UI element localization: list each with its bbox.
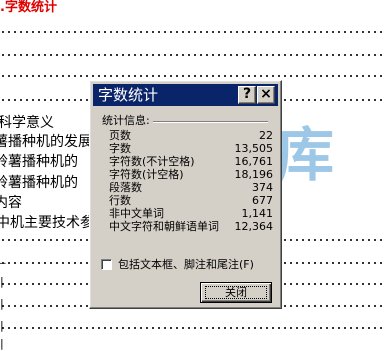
stat-label-non-chinese-words: 非中文单词	[109, 207, 164, 220]
group-divider	[145, 121, 268, 123]
document-heading: .字数统计	[0, 0, 57, 15]
margin-mark: |	[0, 275, 4, 288]
dialog-titlebar[interactable]: 字数统计 ? ×	[93, 84, 278, 106]
close-icon: ×	[260, 86, 272, 102]
stat-value-non-chinese-words: 1,141	[241, 207, 274, 220]
stat-row: 字符数(不计空格) 16,761	[109, 155, 273, 168]
stat-row: 字符数(计空格) 18,196	[109, 168, 273, 181]
stat-value-chars-no-spaces: 16,761	[234, 155, 274, 168]
margin-mark: |	[0, 297, 4, 310]
help-button[interactable]: ?	[238, 86, 256, 104]
dotted-leader	[0, 31, 385, 33]
stat-label-paragraphs: 段落数	[109, 181, 142, 194]
statistics-group-label: 统计信息:	[102, 114, 153, 127]
stat-value-pages: 22	[259, 129, 273, 142]
stat-label-chars-no-spaces: 字符数(不计空格)	[109, 155, 195, 168]
dotted-leader	[0, 75, 385, 77]
document-text-line: 铃薯播种机的	[0, 175, 78, 191]
dotted-leader	[0, 327, 385, 329]
stat-value-words: 13,505	[234, 142, 274, 155]
document-text-line: 科学意义	[0, 115, 54, 131]
stat-value-lines: 677	[252, 194, 273, 207]
stat-row: 字数 13,505	[109, 142, 273, 155]
stat-row: 页数 22	[109, 129, 273, 142]
dialog-title: 字数统计	[98, 86, 159, 104]
document-text-line: 铃薯播种机的	[0, 154, 78, 170]
stat-row: 中文字符和朝鲜语单词 12,364	[109, 220, 273, 233]
stat-value-chinese-korean-words: 12,364	[234, 220, 274, 233]
stat-label-words: 字数	[109, 142, 131, 155]
document-text-line: 薯播种机的发展	[0, 134, 92, 150]
stat-row: 段落数 374	[109, 181, 273, 194]
word-count-dialog: 字数统计 ? × 统计信息: 页数 22 字数 13,505 字符数(不计空格)…	[89, 80, 282, 309]
document-text-line: 内容	[0, 195, 22, 211]
margin-mark: |	[0, 319, 4, 332]
focus-rectangle	[205, 286, 267, 299]
stat-value-chars-with-spaces: 18,196	[234, 168, 274, 181]
help-icon: ?	[242, 86, 252, 102]
include-textboxes-label[interactable]: 包括文本框、脚注和尾注(F)	[118, 258, 254, 272]
include-textboxes-checkbox[interactable]	[101, 259, 112, 270]
stat-value-paragraphs: 374	[252, 181, 273, 194]
close-button[interactable]: 关闭	[200, 282, 272, 303]
dotted-leader	[0, 54, 385, 56]
document-text-line: 中机主要技术参	[0, 215, 94, 231]
stat-label-chars-with-spaces: 字符数(计空格)	[109, 168, 184, 181]
stat-row: 行数 677	[109, 194, 273, 207]
stat-label-lines: 行数	[109, 194, 131, 207]
margin-mark: |	[0, 337, 4, 350]
stat-row: 非中文单词 1,141	[109, 207, 273, 220]
statistics-list: 页数 22 字数 13,505 字符数(不计空格) 16,761 字符数(计空格…	[109, 129, 273, 233]
stat-label-chinese-korean-words: 中文字符和朝鲜语单词	[109, 220, 219, 233]
title-close-button[interactable]: ×	[257, 86, 275, 104]
stat-label-pages: 页数	[109, 129, 131, 142]
